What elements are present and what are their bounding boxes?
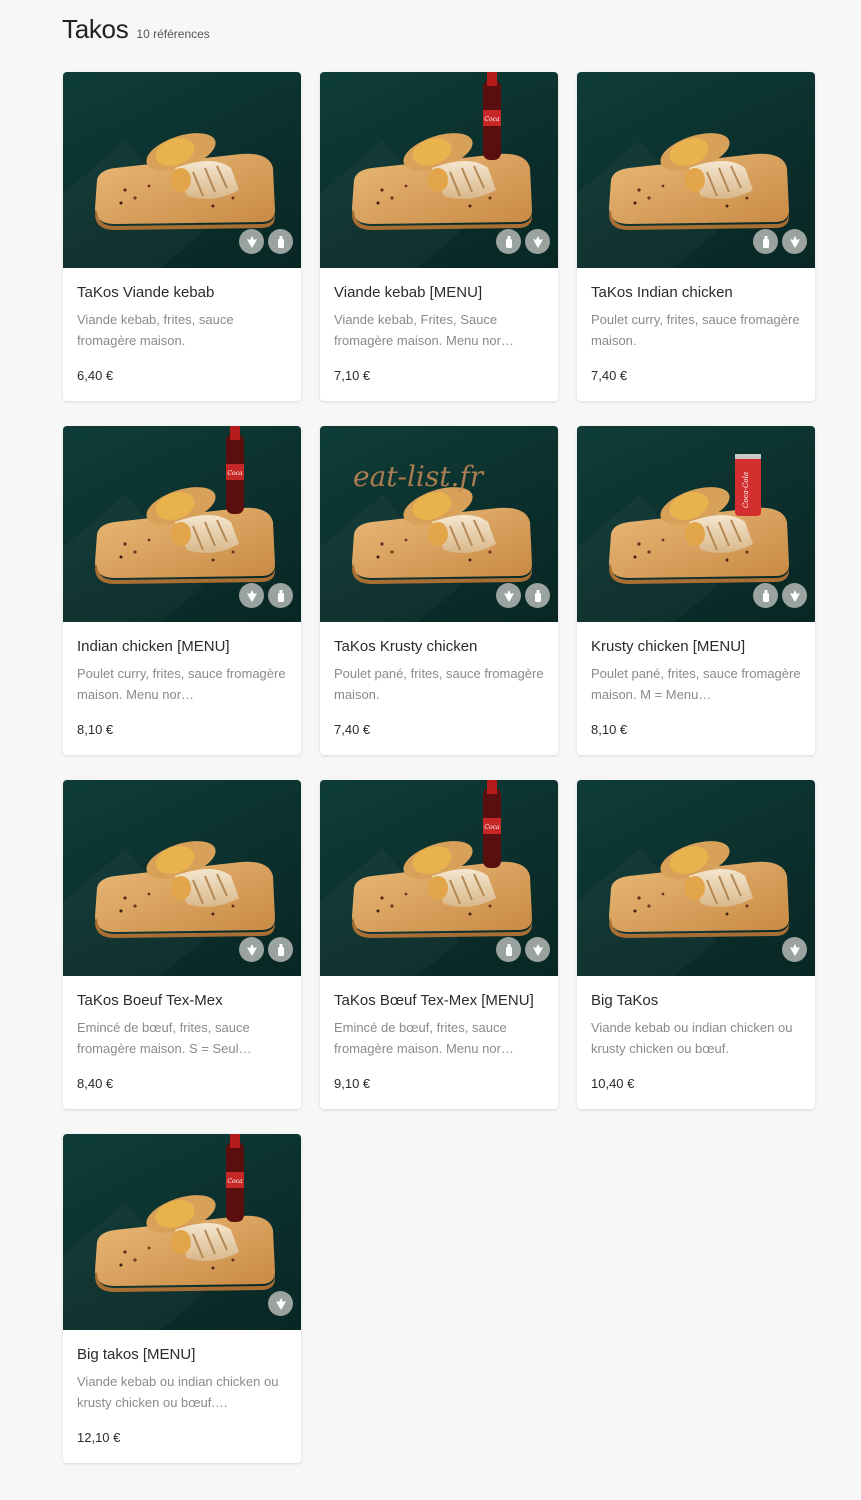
product-name: TaKos Indian chicken: [591, 284, 733, 301]
product-info: TaKos Boeuf Tex-Mex Emincé de bœuf, frit…: [63, 976, 301, 1091]
product-photo: [577, 780, 815, 976]
diet-badges: [239, 937, 293, 962]
product-description: Poulet curry, frites, sauce fromagère ma…: [591, 312, 800, 348]
product-info: TaKos Indian chicken Poulet curry, frite…: [577, 268, 815, 383]
svg-text:Coca: Coca: [227, 470, 243, 477]
product-photo: Coca: [320, 780, 558, 976]
product-description: Viande kebab, frites, sauce fromagère ma…: [77, 312, 234, 348]
diet-badges: [239, 583, 293, 608]
product-info: TaKos Bœuf Tex-Mex [MENU] Emincé de bœuf…: [320, 976, 558, 1091]
product-price: 9,10 €: [334, 1076, 371, 1091]
product-description: Viande kebab, Frites, Sauce fromagère ma…: [334, 312, 514, 348]
product-price: 6,40 €: [77, 368, 114, 383]
halal-icon: [782, 229, 807, 254]
product-photo: Coca: [320, 72, 558, 268]
bottle-icon: [496, 937, 521, 962]
product-price: 8,40 €: [77, 1076, 114, 1091]
svg-text:Coca: Coca: [484, 116, 500, 123]
product-price: 8,10 €: [77, 722, 114, 737]
product-description: Viande kebab ou indian chicken ou krusty…: [591, 1020, 793, 1056]
product-card[interactable]: TaKos Indian chicken Poulet curry, frite…: [577, 72, 815, 401]
product-photo: Coca: [63, 426, 301, 622]
product-info: Big takos [MENU] Viande kebab ou indian …: [63, 1330, 301, 1445]
product-card[interactable]: TaKos Viande kebab Viande kebab, frites,…: [63, 72, 301, 401]
halal-icon: [239, 229, 264, 254]
diet-badges: [496, 229, 550, 254]
product-name: Indian chicken [MENU]: [77, 638, 230, 655]
product-price: 7,40 €: [591, 368, 628, 383]
diet-badges: [753, 583, 807, 608]
product-card[interactable]: Coca Viande kebab [MENU] Viande kebab, F…: [320, 72, 558, 401]
product-photo: Coca-Cola: [577, 426, 815, 622]
product-name: Big TaKos: [591, 992, 659, 1009]
bottle-icon: [268, 583, 293, 608]
halal-icon: [268, 1291, 293, 1316]
product-photo: Coca: [63, 1134, 301, 1330]
product-description: Viande kebab ou indian chicken ou krusty…: [77, 1374, 279, 1410]
product-price: 7,10 €: [334, 368, 371, 383]
bottle-icon: [525, 583, 550, 608]
halal-icon: [496, 583, 521, 608]
svg-text:Coca: Coca: [227, 1178, 243, 1185]
diet-badges: [782, 937, 807, 962]
halal-icon: [525, 229, 550, 254]
svg-text:Coca-Cola: Coca-Cola: [742, 472, 750, 508]
halal-icon: [782, 583, 807, 608]
category-header: Takos 10 références: [62, 14, 210, 45]
product-name: TaKos Krusty chicken: [334, 638, 478, 655]
product-price: 10,40 €: [591, 1076, 635, 1091]
halal-icon: [239, 937, 264, 962]
product-name: TaKos Boeuf Tex-Mex: [77, 992, 223, 1009]
product-photo: [320, 426, 558, 622]
product-info: Viande kebab [MENU] Viande kebab, Frites…: [320, 268, 558, 383]
product-description: Emincé de bœuf, frites, sauce fromagère …: [334, 1020, 514, 1056]
product-card[interactable]: Coca Indian chicken [MENU] Poulet curry,…: [63, 426, 301, 755]
product-name: TaKos Bœuf Tex-Mex [MENU]: [334, 992, 534, 1009]
reference-count: 10 références: [136, 27, 210, 41]
product-name: Big takos [MENU]: [77, 1346, 196, 1363]
product-name: Krusty chicken [MENU]: [591, 638, 746, 655]
bottle-icon: [268, 937, 293, 962]
product-photo: [577, 72, 815, 268]
product-name: Viande kebab [MENU]: [334, 284, 483, 301]
product-price: 7,40 €: [334, 722, 371, 737]
product-price: 12,10 €: [77, 1430, 121, 1445]
product-info: Indian chicken [MENU] Poulet curry, frit…: [63, 622, 301, 737]
product-description: Emincé de bœuf, frites, sauce fromagère …: [77, 1020, 252, 1056]
product-info: Big TaKos Viande kebab ou indian chicken…: [577, 976, 815, 1091]
halal-icon: [782, 937, 807, 962]
diet-badges: [496, 583, 550, 608]
bottle-icon: [268, 229, 293, 254]
halal-icon: [239, 583, 264, 608]
diet-badges: [753, 229, 807, 254]
product-card[interactable]: TaKos Boeuf Tex-Mex Emincé de bœuf, frit…: [63, 780, 301, 1109]
halal-icon: [525, 937, 550, 962]
product-card[interactable]: Coca TaKos Bœuf Tex-Mex [MENU] Emincé de…: [320, 780, 558, 1109]
product-info: TaKos Viande kebab Viande kebab, frites,…: [63, 268, 301, 383]
bottle-icon: [753, 229, 778, 254]
product-description: Poulet pané, frites, sauce fromagère mai…: [591, 666, 801, 702]
product-card[interactable]: Big TaKos Viande kebab ou indian chicken…: [577, 780, 815, 1109]
bottle-icon: [496, 229, 521, 254]
diet-badges: [496, 937, 550, 962]
product-card[interactable]: Coca Big takos [MENU] Viande kebab ou in…: [63, 1134, 301, 1463]
svg-text:Coca: Coca: [484, 824, 500, 831]
product-info: TaKos Krusty chicken Poulet pané, frites…: [320, 622, 558, 737]
product-grid: TaKos Viande kebab Viande kebab, frites,…: [63, 72, 815, 1463]
product-info: Krusty chicken [MENU] Poulet pané, frite…: [577, 622, 815, 737]
bottle-icon: [753, 583, 778, 608]
product-photo: [63, 72, 301, 268]
diet-badges: [268, 1291, 293, 1316]
watermark: eat-list.fr: [353, 460, 484, 493]
product-description: Poulet pané, frites, sauce fromagère mai…: [334, 666, 544, 702]
category-title: Takos: [62, 14, 129, 44]
product-photo: [63, 780, 301, 976]
product-card[interactable]: Coca-Cola Krusty chicken [MENU] Poulet p…: [577, 426, 815, 755]
product-price: 8,10 €: [591, 722, 628, 737]
product-description: Poulet curry, frites, sauce fromagère ma…: [77, 666, 286, 702]
product-name: TaKos Viande kebab: [77, 284, 215, 301]
diet-badges: [239, 229, 293, 254]
